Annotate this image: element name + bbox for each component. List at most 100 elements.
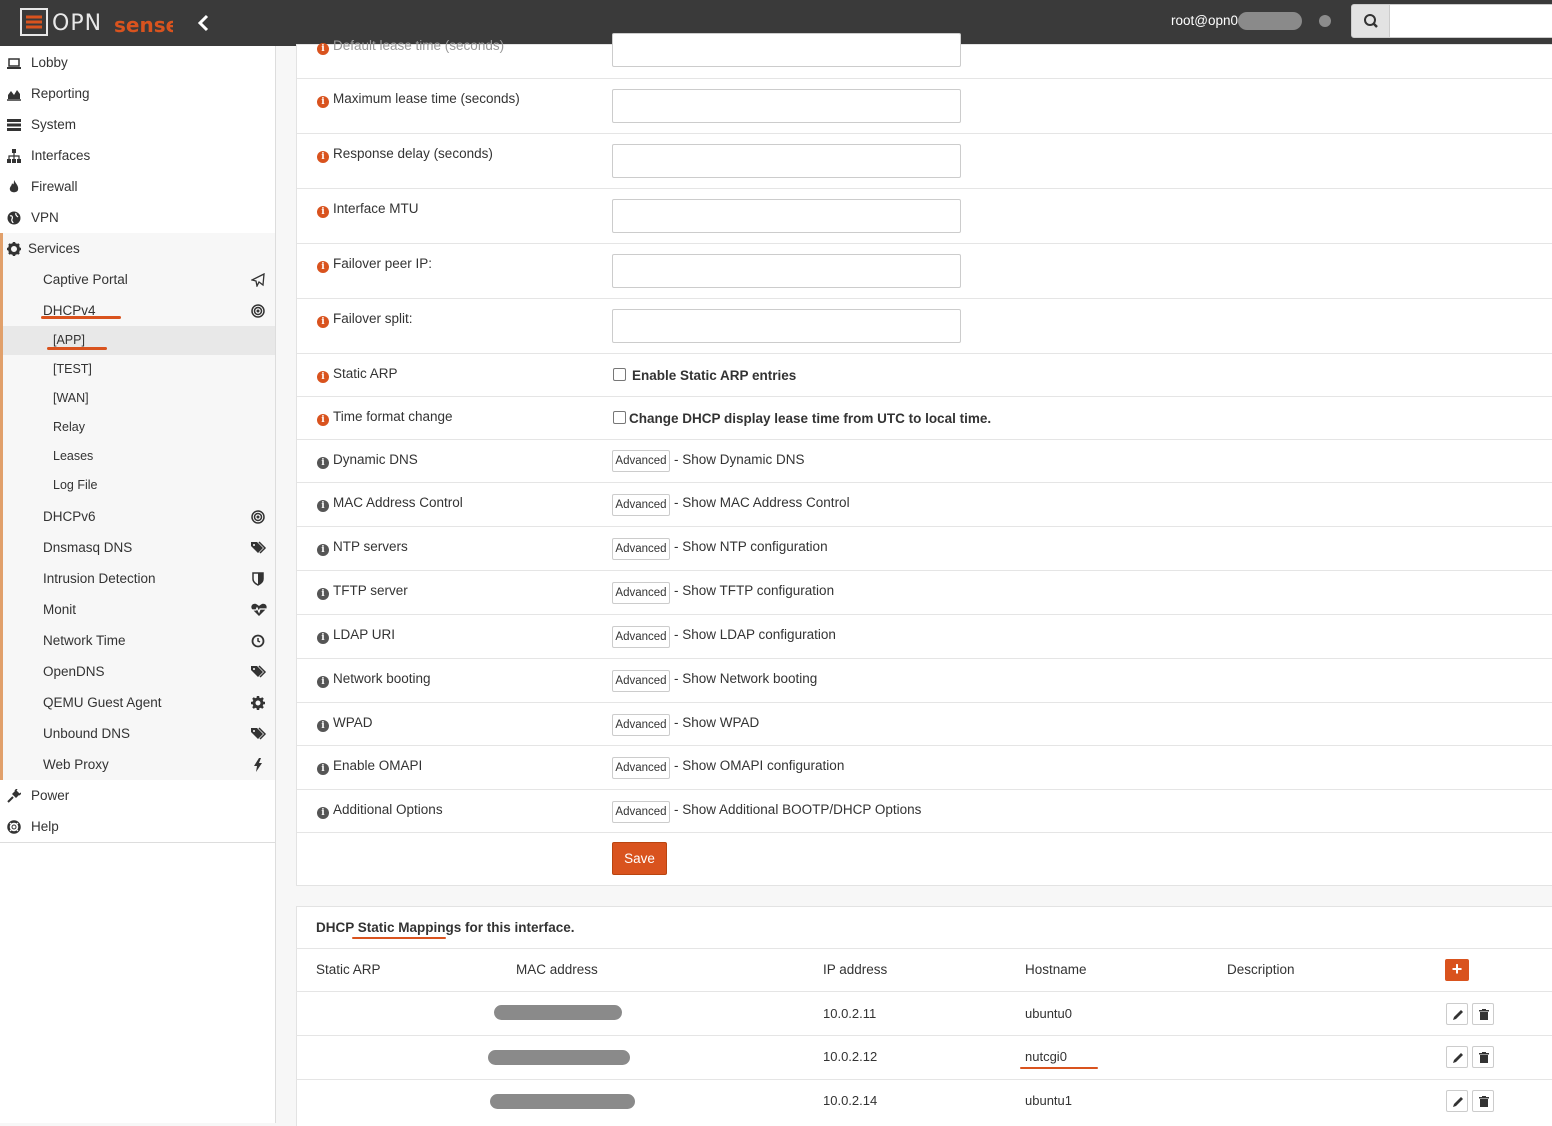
ntp-servers-advanced-button[interactable]: Advanced	[612, 538, 670, 560]
info-icon[interactable]: i	[317, 151, 329, 163]
sidebar-item-captive-portal[interactable]: Captive Portal	[3, 264, 275, 295]
network-booting-advanced-button[interactable]: Advanced	[612, 670, 670, 692]
maximum-lease-time-input[interactable]	[612, 89, 961, 123]
sidebar-collapse-button[interactable]	[192, 10, 214, 36]
info-icon[interactable]: i	[317, 632, 329, 644]
info-icon[interactable]: i	[317, 544, 329, 556]
search-button[interactable]	[1351, 4, 1390, 38]
sidebar-item-vpn[interactable]: VPN	[0, 202, 275, 233]
sidebar-item-label: Power	[31, 788, 70, 803]
failover-peer-ip-input[interactable]	[612, 254, 961, 288]
info-icon[interactable]: i	[317, 43, 329, 55]
info-icon[interactable]: i	[317, 500, 329, 512]
search-icon	[1364, 14, 1378, 28]
sidebar-item-intrusion-detection[interactable]: Intrusion Detection	[3, 563, 275, 594]
wpad-advanced-button[interactable]: Advanced	[612, 714, 670, 736]
info-icon[interactable]: i	[317, 414, 329, 426]
info-icon[interactable]: i	[317, 457, 329, 469]
sidebar-item-dhcpv4-relay[interactable]: Relay	[3, 413, 275, 442]
sidebar-item-dhcpv4-test[interactable]: [TEST]	[3, 355, 275, 384]
edit-mapping-button[interactable]	[1446, 1046, 1468, 1068]
sidebar-item-monit[interactable]: Monit	[3, 594, 275, 625]
field-label: i MAC Address Control	[317, 495, 463, 512]
column-header-mac-address[interactable]: MAC address	[516, 962, 598, 977]
sidebar-item-firewall[interactable]: Firewall	[0, 171, 275, 202]
status-indicator[interactable]	[1319, 15, 1331, 27]
info-icon[interactable]: i	[317, 807, 329, 819]
additional-options-advanced-button[interactable]: Advanced	[612, 801, 670, 823]
sidebar-item-web-proxy[interactable]: Web Proxy	[3, 749, 275, 780]
sidebar-item-label: DHCPv6	[43, 509, 96, 524]
save-button[interactable]: Save	[612, 842, 667, 875]
sidebar-item-reporting[interactable]: Reporting	[0, 78, 275, 109]
sidebar-item-dhcpv6[interactable]: DHCPv6	[3, 501, 275, 532]
sidebar-item-system[interactable]: System	[0, 109, 275, 140]
table-divider	[296, 991, 1552, 992]
sidebar-item-qemu-guest-agent[interactable]: QEMU Guest Agent	[3, 687, 275, 718]
info-icon[interactable]: i	[317, 720, 329, 732]
form-row-wpad: i WPAD Advanced - Show WPAD	[297, 703, 1552, 746]
column-header-description[interactable]: Description	[1227, 962, 1295, 977]
info-icon[interactable]: i	[317, 676, 329, 688]
edit-mapping-button[interactable]	[1446, 1090, 1468, 1112]
interface-mtu-input[interactable]	[612, 199, 961, 233]
sidebar-item-opendns[interactable]: OpenDNS	[3, 656, 275, 687]
static-arp-checkbox[interactable]	[613, 368, 626, 381]
default-lease-time-input[interactable]	[612, 33, 961, 67]
cog-icon	[251, 696, 265, 710]
tftp-server-advanced-button[interactable]: Advanced	[612, 582, 670, 604]
sidebar-item-network-time[interactable]: Network Time	[3, 625, 275, 656]
info-icon[interactable]: i	[317, 763, 329, 775]
field-label: i Enable OMAPI	[317, 758, 422, 775]
mac-address-control-advanced-button[interactable]: Advanced	[612, 494, 670, 516]
sidebar-item-label: System	[31, 117, 77, 132]
opnsense-logo[interactable]: OPN sense	[18, 6, 173, 38]
search-input[interactable]	[1389, 4, 1552, 38]
advanced-description: - Show MAC Address Control	[674, 495, 850, 510]
form-row-response-delay: i Response delay (seconds)	[297, 134, 1552, 189]
enable-omapi-advanced-button[interactable]: Advanced	[612, 757, 670, 779]
info-icon[interactable]: i	[317, 588, 329, 600]
sidebar-item-dhcpv4[interactable]: DHCPv4	[3, 295, 275, 326]
time-format-checkbox[interactable]	[613, 411, 626, 424]
failover-split-input[interactable]	[612, 309, 961, 343]
edit-mapping-button[interactable]	[1446, 1003, 1468, 1025]
info-icon[interactable]: i	[317, 371, 329, 383]
sidebar-item-power[interactable]: Power	[0, 780, 275, 811]
sidebar-item-lobby[interactable]: Lobby	[0, 47, 275, 78]
info-icon[interactable]: i	[317, 96, 329, 108]
dynamic-dns-advanced-button[interactable]: Advanced	[612, 450, 670, 472]
delete-mapping-button[interactable]	[1472, 1090, 1494, 1112]
user-menu[interactable]: root@opn0	[1171, 13, 1238, 28]
sidebar-item-services[interactable]: Services	[0, 233, 275, 264]
sidebar-item-label: Captive Portal	[43, 272, 128, 287]
hostname-cell: ubuntu0	[1025, 1006, 1072, 1021]
sidebar-item-help[interactable]: Help	[0, 811, 275, 842]
sidebar-item-label: [APP]	[53, 333, 85, 347]
sidebar-item-dhcpv4-wan[interactable]: [WAN]	[3, 384, 275, 413]
advanced-description: - Show OMAPI configuration	[674, 758, 845, 773]
sidebar-item-label: Dnsmasq DNS	[43, 540, 133, 555]
ldap-uri-advanced-button[interactable]: Advanced	[612, 626, 670, 648]
static-mappings-title: DHCP Static Mappings for this interface.	[316, 920, 575, 935]
column-header-hostname[interactable]: Hostname	[1025, 962, 1087, 977]
sidebar-item-label: Leases	[53, 449, 94, 463]
column-header-static-arp[interactable]: Static ARP	[316, 962, 381, 977]
globe-icon	[7, 211, 21, 225]
sidebar-item-dhcpv4-app[interactable]: [APP]	[3, 326, 275, 355]
info-icon[interactable]: i	[317, 316, 329, 328]
response-delay-input[interactable]	[612, 144, 961, 178]
info-icon[interactable]: i	[317, 261, 329, 273]
table-divider	[296, 1035, 1552, 1036]
column-header-ip-address[interactable]: IP address	[823, 962, 887, 977]
delete-mapping-button[interactable]	[1472, 1003, 1494, 1025]
sidebar-item-dhcpv4-leases[interactable]: Leases	[3, 442, 275, 471]
add-mapping-button[interactable]: +	[1445, 959, 1469, 981]
sidebar-item-unbound-dns[interactable]: Unbound DNS	[3, 718, 275, 749]
delete-mapping-button[interactable]	[1472, 1046, 1494, 1068]
info-icon[interactable]: i	[317, 206, 329, 218]
sidebar-item-dhcpv4-log-file[interactable]: Log File	[3, 471, 275, 500]
sidebar-item-interfaces[interactable]: Interfaces	[0, 140, 275, 171]
trash-icon	[1479, 1052, 1489, 1063]
sidebar-item-dnsmasq-dns[interactable]: Dnsmasq DNS	[3, 532, 275, 563]
